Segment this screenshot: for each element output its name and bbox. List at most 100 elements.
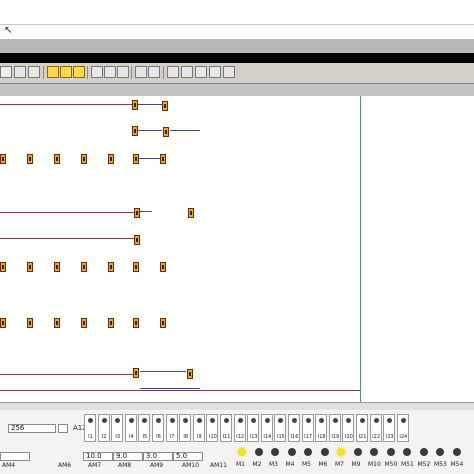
function-block[interactable] (108, 154, 114, 164)
function-block[interactable] (188, 208, 194, 218)
input-switch[interactable]: I15 (274, 414, 287, 442)
marker-label: M2 (252, 461, 262, 468)
input-switch[interactable]: I4 (124, 414, 137, 442)
input-switch[interactable]: I5 (138, 414, 151, 442)
switch-indicator-icon (400, 418, 406, 423)
switch-indicator-icon (305, 418, 311, 423)
lamp-icon (337, 448, 345, 456)
function-block[interactable] (133, 318, 139, 328)
input-switch[interactable]: I11 (220, 414, 232, 442)
input-switch[interactable]: I2 (97, 414, 110, 442)
function-block[interactable] (162, 101, 168, 111)
select-tool-icon[interactable] (0, 66, 12, 78)
input-switch[interactable]: I13 (247, 414, 260, 442)
transfer-icon[interactable] (209, 66, 221, 78)
input-switch[interactable]: I3 (111, 414, 124, 442)
function-block[interactable] (163, 127, 169, 137)
layout-2-icon[interactable] (104, 66, 116, 78)
input-switch[interactable]: I16 (288, 414, 300, 442)
switch-indicator-icon (88, 418, 93, 423)
input-switch[interactable]: I12 (233, 414, 246, 442)
function-block[interactable] (81, 154, 87, 164)
input-label: I6 (156, 434, 161, 440)
function-block-icon[interactable] (60, 66, 72, 78)
function-block[interactable] (133, 262, 139, 272)
input-switch[interactable]: I8 (179, 414, 192, 442)
input-switch[interactable]: I6 (152, 414, 164, 442)
layout-3-icon[interactable] (117, 66, 129, 78)
function-block[interactable] (27, 262, 33, 272)
function-block[interactable] (54, 318, 60, 328)
function-block[interactable] (132, 126, 138, 136)
pen-icon[interactable] (167, 66, 179, 78)
input-switch[interactable]: I23 (383, 414, 396, 442)
function-block[interactable] (132, 100, 138, 110)
lamp-icon (452, 448, 461, 456)
function-block[interactable] (160, 262, 166, 272)
input-switch[interactable]: I7 (165, 414, 178, 442)
function-block[interactable] (108, 318, 114, 328)
function-block[interactable] (27, 318, 33, 328)
value-field[interactable]: 256 (8, 424, 56, 433)
function-block[interactable] (54, 154, 60, 164)
marker-label: M50 (384, 461, 398, 468)
am-label: AM10 (182, 462, 199, 469)
marker-label: M51 (401, 461, 414, 468)
function-block[interactable] (54, 262, 60, 272)
switch-indicator-icon (196, 418, 202, 423)
input-switch[interactable]: I10 (206, 414, 219, 442)
input-switch[interactable]: I21 (356, 414, 368, 442)
input-switch[interactable]: I9 (192, 414, 205, 442)
marker-label: M1 (236, 461, 245, 468)
function-block[interactable] (0, 154, 6, 164)
function-block[interactable] (133, 154, 139, 164)
input-switch[interactable]: I20 (342, 414, 355, 442)
input-switch[interactable]: I18 (315, 414, 328, 442)
function-block[interactable] (81, 318, 87, 328)
zoom-out-icon[interactable] (148, 66, 160, 78)
connect-tool-icon[interactable] (14, 66, 26, 78)
simulate-icon[interactable] (195, 66, 207, 78)
online-icon[interactable] (223, 66, 235, 78)
function-block[interactable] (134, 208, 140, 218)
zoom-in-icon[interactable] (135, 66, 147, 78)
function-block[interactable] (81, 262, 87, 272)
toolbar-separator (87, 66, 88, 79)
analog-field: 10.0 (83, 452, 113, 461)
layout-1-icon[interactable] (91, 66, 103, 78)
input-switch[interactable]: I17 (301, 414, 314, 442)
text-tool-icon[interactable] (28, 66, 40, 78)
function-block[interactable] (160, 154, 166, 164)
lamp-icon (436, 448, 444, 456)
function-block[interactable] (27, 154, 33, 164)
input-label: I17 (304, 434, 313, 440)
input-switch[interactable]: I14 (260, 414, 273, 442)
input-switch[interactable]: I22 (369, 414, 382, 442)
constant-block-icon[interactable] (47, 66, 59, 78)
function-block[interactable] (134, 235, 140, 245)
connection-line (0, 238, 134, 239)
lamp-icon (353, 448, 362, 456)
function-block[interactable] (160, 318, 166, 328)
lamp-icon (287, 448, 296, 456)
switch-indicator-icon (210, 418, 216, 423)
function-block[interactable] (0, 262, 6, 272)
analog-field (0, 452, 30, 461)
connection-line (140, 211, 152, 212)
input-switch[interactable]: I19 (328, 414, 341, 442)
function-block[interactable] (133, 368, 139, 378)
special-function-icon[interactable] (73, 66, 85, 78)
diagram-canvas[interactable] (0, 96, 474, 402)
function-block[interactable] (108, 262, 114, 272)
toolbar-separator (43, 66, 44, 79)
split-icon[interactable] (181, 66, 193, 78)
analog-field: 9.0 (113, 452, 143, 461)
switch-indicator-icon (128, 418, 134, 423)
input-switch[interactable]: I1 (84, 414, 96, 442)
am-label: AM4 (2, 462, 16, 469)
function-block[interactable] (0, 318, 6, 328)
function-block[interactable] (187, 369, 193, 379)
stepper-field[interactable] (58, 424, 68, 433)
input-switch[interactable]: I24 (396, 414, 409, 442)
input-label: I1 (88, 434, 93, 440)
